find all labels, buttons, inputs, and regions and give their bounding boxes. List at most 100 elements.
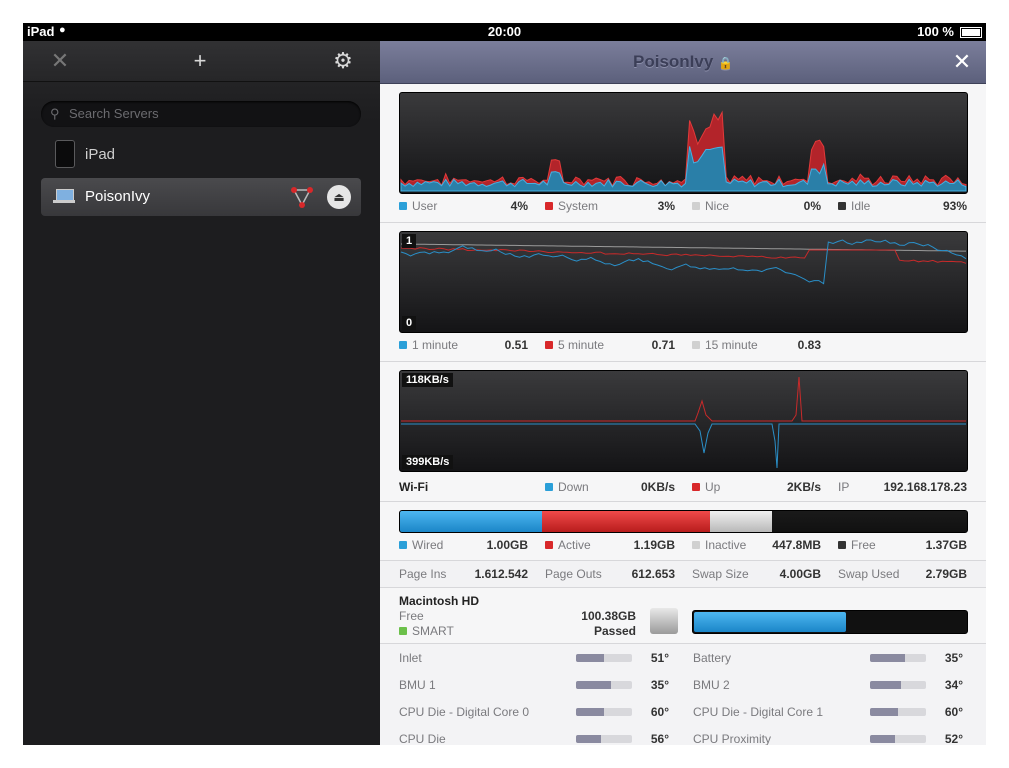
disk-section: Macintosh HD Free 100.38GB SMART Passed <box>380 588 986 644</box>
sensor-bar-fill <box>576 681 611 689</box>
sensor-row: CPU Die 56° CPU Proximity 52° <box>380 725 986 745</box>
sensor-bar <box>576 708 632 716</box>
legend-label: Inactive <box>705 538 747 552</box>
cpu-legend-0: User <box>399 199 437 213</box>
memory-legend-1: Active <box>545 538 591 552</box>
legend-label: 5 minute <box>558 338 605 352</box>
sensor-label: CPU Die - Digital Core 0 <box>399 705 530 719</box>
sensor-cell: BMU 2 34° <box>674 671 977 698</box>
sensor-bar <box>870 735 926 743</box>
cpu-section: User 4% System 3% Nice 0% Idle 93% <box>380 84 986 223</box>
memory-bar-active <box>542 511 710 532</box>
sensor-row: BMU 1 35° BMU 2 34° <box>380 671 986 699</box>
memory-value-3: 1.37GB <box>925 538 967 552</box>
legend-label: Wired <box>412 538 444 552</box>
search-input[interactable]: ⚲ Search Servers <box>41 101 361 127</box>
legend-swatch <box>399 541 407 549</box>
sensor-value: 60° <box>650 705 669 719</box>
legend-swatch <box>692 202 700 210</box>
legend-swatch <box>399 202 407 210</box>
server-label: iPad <box>85 146 116 163</box>
cpu-value-1: 3% <box>657 199 675 213</box>
disk-free-label: Free <box>399 609 424 623</box>
memory-value-2: 447.8MB <box>772 538 821 552</box>
network-section: 118KB/s 399KB/s Wi-Fi Down 0KB/s Up 2KB/… <box>380 362 986 502</box>
load-legend-1: 5 minute <box>545 338 604 352</box>
sensor-value: 52° <box>944 732 963 745</box>
cpu-system-area <box>400 110 967 192</box>
memory-bar-inactive <box>710 511 772 532</box>
server-item-poisonivy[interactable]: PoisonIvy ⏏ <box>41 178 361 216</box>
lock-icon: 🔒 <box>718 56 733 70</box>
legend-swatch <box>692 541 700 549</box>
sensor-row: CPU Die - Digital Core 0 60° CPU Die - Dig… <box>380 698 986 726</box>
close-icon[interactable]: ✕ <box>948 48 976 76</box>
sensor-bar-fill <box>870 654 905 662</box>
search-icon: ⚲ <box>50 106 60 121</box>
cpu-legend-3: Idle <box>838 199 870 213</box>
sensor-value: 35° <box>944 651 963 665</box>
legend-label: 1 minute <box>412 338 459 352</box>
sensor-cell: CPU Die 56° <box>380 725 683 745</box>
memory-stat-value-1: 612.653 <box>631 567 675 581</box>
network-ip-label: IP <box>838 480 850 494</box>
memory-stat-value-0: 1.612.542 <box>474 567 528 581</box>
memory-stat-value-3: 2.79GB <box>925 567 967 581</box>
sensor-bar <box>870 654 926 662</box>
panel-title: PoisonIvy 🔒 <box>633 52 733 71</box>
tools-icon[interactable]: ✕ <box>46 47 74 75</box>
memory-legend-3: Free <box>838 538 876 552</box>
server-label: PoisonIvy <box>85 188 151 205</box>
network-down-value: 0KB/s <box>640 480 675 494</box>
sensor-cell: CPU Die - Digital Core 1 60° <box>674 698 977 725</box>
sidebar-toolbar: ✕ + ⚙ <box>23 41 380 82</box>
cpu-chart-svg <box>400 110 967 192</box>
sensor-cell: CPU Die - Digital Core 0 60° <box>380 698 683 725</box>
network-nodes-icon[interactable] <box>289 184 315 210</box>
load-chart: 1 0 <box>399 231 968 333</box>
load-section: 1 0 1 minute 0.51 5 minute 0.71 15 minute 0.8… <box>380 223 986 362</box>
load-min-label: 0 <box>402 316 417 330</box>
server-sidebar: ✕ + ⚙ ⚲ Search Servers iPad PoisonIvy ⏏ <box>23 41 380 745</box>
load-value-1: 0.71 <box>651 338 675 352</box>
status-bar: iPad ● 20:00 100 % <box>23 23 986 41</box>
eject-icon[interactable]: ⏏ <box>327 185 351 209</box>
search-placeholder: Search Servers <box>69 106 159 121</box>
laptop-icon <box>53 189 75 203</box>
memory-bar-free <box>772 511 967 532</box>
cpu-legend-2: Nice <box>692 199 729 213</box>
sensor-cell: CPU Proximity 52° <box>674 725 977 745</box>
network-interface: Wi-Fi <box>399 480 429 494</box>
sensor-cell: Battery 35° <box>674 644 977 671</box>
sensor-bar <box>576 735 632 743</box>
sensor-value: 60° <box>944 705 963 719</box>
load-legend-0: 1 minute <box>399 338 458 352</box>
cpu-value-2: 0% <box>803 199 821 213</box>
add-server-button[interactable]: + <box>186 47 214 75</box>
sensor-label: BMU 1 <box>399 678 436 692</box>
network-up-value: 2KB/s <box>786 480 821 494</box>
cpu-chart <box>399 92 968 194</box>
legend-swatch <box>545 341 553 349</box>
memory-section: Wired 1.00GB Active 1.19GB Inactive 447.8MB Fr… <box>380 502 986 561</box>
settings-gear-icon[interactable]: ⚙ <box>329 47 357 75</box>
memory-value-0: 1.00GB <box>486 538 528 552</box>
cpu-legend-1: System <box>545 199 598 213</box>
server-item-ipad[interactable]: iPad <box>41 136 361 174</box>
sensor-value: 35° <box>650 678 669 692</box>
legend-swatch <box>545 202 553 210</box>
sensor-value: 34° <box>944 678 963 692</box>
memory-bar <box>399 510 968 533</box>
battery-icon <box>960 27 982 38</box>
sensor-bar-fill <box>870 708 898 716</box>
sensor-cell: BMU 1 35° <box>380 671 683 698</box>
sensor-bar-fill <box>576 735 601 743</box>
load-1min-line <box>400 239 967 285</box>
legend-label: User <box>412 199 438 213</box>
hard-drive-icon <box>650 608 678 634</box>
memory-value-1: 1.19GB <box>633 538 675 552</box>
network-down-line <box>401 423 966 469</box>
server-detail-panel: PoisonIvy 🔒 ✕ User 4% System 3% Nice 0% Idle 93… <box>380 41 986 745</box>
sensor-value: 51° <box>650 651 669 665</box>
legend-swatch <box>545 541 553 549</box>
